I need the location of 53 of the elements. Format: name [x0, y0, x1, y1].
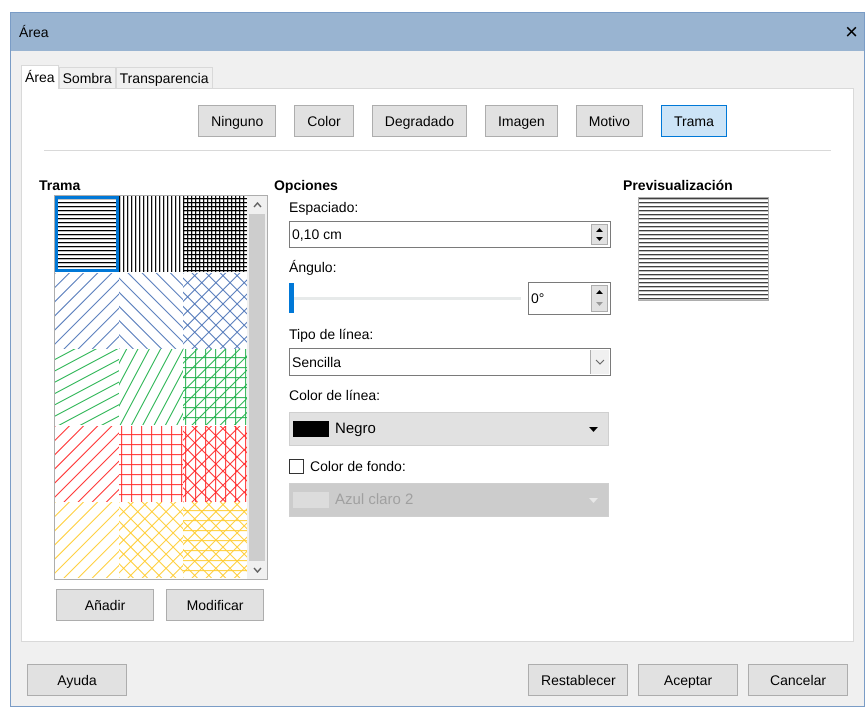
angle-slider[interactable] — [289, 283, 521, 313]
hatch-pattern-tile[interactable] — [119, 426, 183, 502]
section-heading: Trama — [39, 176, 82, 195]
close-button[interactable]: × — [845, 21, 858, 43]
slider-thumb[interactable] — [289, 283, 294, 313]
hatch-pattern-tile[interactable] — [55, 426, 119, 502]
dialog-button[interactable]: Aceptar — [638, 664, 738, 696]
scrollbar[interactable] — [247, 196, 267, 579]
field-label: Tipo de línea: — [289, 325, 374, 344]
help-button[interactable]: Ayuda — [27, 664, 127, 696]
dialog-button[interactable]: Cancelar — [748, 664, 848, 696]
field-label: Color de línea: — [289, 386, 382, 405]
dialog-button[interactable]: Restablecer — [528, 664, 628, 696]
hatch-pattern-tile[interactable] — [183, 426, 247, 502]
hatch-pattern-tile[interactable] — [183, 272, 247, 349]
hatch-pattern-tile[interactable] — [119, 272, 183, 349]
tab[interactable]: Transparencia — [116, 67, 213, 88]
pattern-action-button[interactable]: Modificar — [166, 589, 264, 621]
fill-type-button[interactable]: Trama — [660, 105, 727, 137]
field-label: Espaciado: — [289, 198, 360, 217]
checkbox-label: Color de fondo: — [310, 456, 406, 476]
section-heading: Previsualización — [623, 176, 734, 195]
hatch-pattern-tile[interactable] — [55, 196, 119, 272]
angle-spin-field[interactable]: 0° — [528, 282, 611, 314]
hatch-pattern-tile[interactable] — [119, 196, 183, 272]
spin-arrows-icon[interactable] — [591, 224, 608, 245]
scroll-thumb[interactable] — [249, 214, 265, 561]
caret-down-icon — [589, 426, 598, 432]
fill-type-button[interactable]: Color — [294, 105, 354, 137]
hatch-pattern-tile[interactable] — [55, 349, 119, 426]
spacing-spin-field[interactable]: 0,10 cm — [289, 221, 611, 248]
spin-arrows-icon[interactable] — [591, 284, 608, 312]
line-type-dropdown[interactable]: Sencilla — [289, 348, 611, 376]
field-value: 0,10 cm — [291, 225, 343, 244]
fill-type-button[interactable]: Degradado — [372, 105, 468, 137]
field-label: Ángulo: — [289, 258, 338, 277]
hatch-pattern-tile[interactable] — [119, 349, 183, 426]
fill-type-button[interactable]: Motivo — [576, 105, 643, 137]
chevron-down-icon[interactable] — [590, 350, 609, 374]
section-heading: Opciones — [274, 176, 339, 195]
field-value: Sencilla — [291, 352, 342, 372]
hatch-pattern-tile[interactable] — [183, 349, 247, 426]
caret-down-icon — [589, 498, 598, 502]
field-value: 0° — [530, 288, 546, 308]
fill-type-button[interactable]: Ninguno — [198, 105, 276, 137]
tab[interactable]: Área — [21, 65, 59, 89]
tab[interactable]: Sombra — [58, 67, 116, 88]
fill-type-button[interactable]: Imagen — [485, 105, 558, 137]
pattern-action-button[interactable]: Añadir — [56, 589, 154, 621]
hatch-pattern-tile[interactable] — [55, 272, 119, 349]
window-title: Área — [19, 22, 49, 42]
hatch-pattern-tile[interactable] — [183, 196, 247, 272]
line-color-dropdown[interactable]: Negro — [289, 412, 609, 446]
